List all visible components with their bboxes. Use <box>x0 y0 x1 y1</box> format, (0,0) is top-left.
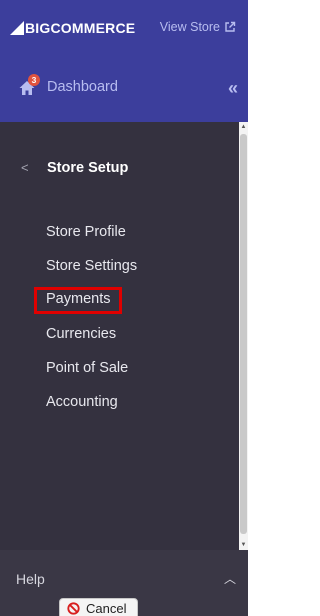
logo-mark-icon <box>10 21 24 35</box>
view-store-label: View Store <box>159 20 220 34</box>
chevron-up-icon[interactable]: ︿ <box>224 570 236 587</box>
double-chevron-left-icon[interactable]: « <box>228 79 238 97</box>
menu-item-store-profile[interactable]: Store Profile <box>46 224 126 240</box>
brand-prefix: BIG <box>25 20 51 36</box>
scroll-up-arrow-icon[interactable]: ▲ <box>240 123 247 131</box>
scrollbar-thumb[interactable] <box>240 134 247 534</box>
menu-item-point-of-sale[interactable]: Point of Sale <box>46 360 128 376</box>
app-frame: BIG COMMERCE View Store 3 Dashboard « < S… <box>0 0 248 616</box>
no-entry-icon <box>67 601 80 615</box>
scroll-down-arrow-icon[interactable]: ▼ <box>240 541 247 549</box>
cancel-button[interactable]: Cancel <box>59 598 138 616</box>
menu-item-currencies[interactable]: Currencies <box>46 326 116 342</box>
bigcommerce-logo[interactable]: BIG COMMERCE <box>10 18 135 38</box>
section-title: Store Setup <box>47 160 129 176</box>
payments-highlight-box <box>34 287 122 314</box>
header: BIG COMMERCE View Store 3 Dashboard « <box>0 0 248 122</box>
scrollbar[interactable]: ▲ ▼ <box>239 122 248 550</box>
chevron-left-icon[interactable]: < <box>21 160 29 175</box>
notification-badge: 3 <box>28 74 40 86</box>
brand-suffix: COMMERCE <box>50 20 136 36</box>
cancel-label: Cancel <box>86 600 127 616</box>
dashboard-label: Dashboard <box>47 79 118 95</box>
view-store-link[interactable]: View Store <box>160 20 236 34</box>
menu-item-accounting[interactable]: Accounting <box>46 394 118 410</box>
help-label: Help <box>16 571 45 587</box>
external-link-icon <box>225 21 236 32</box>
menu-item-store-settings[interactable]: Store Settings <box>46 258 137 274</box>
nav-item-dashboard[interactable]: 3 Dashboard « <box>0 70 248 106</box>
back-to-main-menu[interactable]: < Store Setup <box>0 155 238 183</box>
